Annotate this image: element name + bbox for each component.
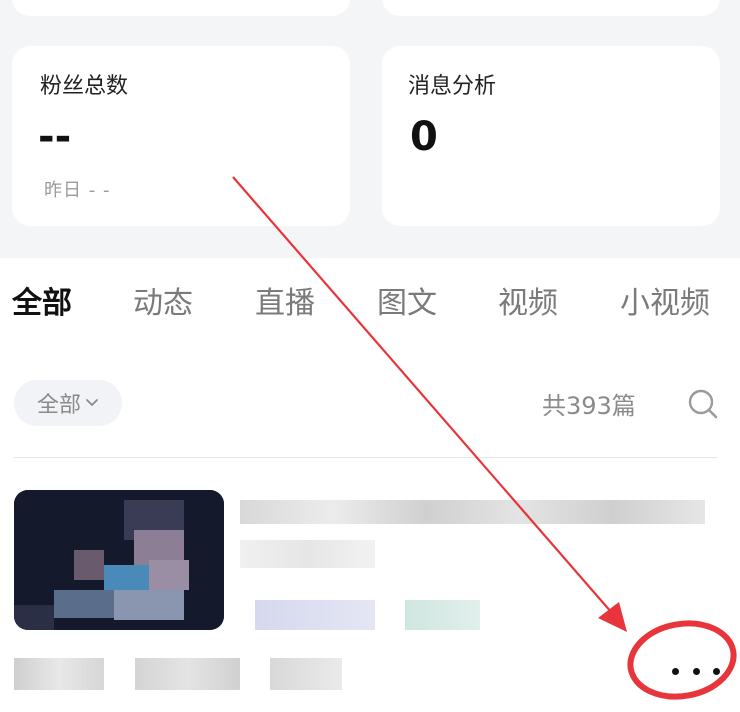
post-meta-blurred	[14, 658, 104, 690]
dot	[692, 667, 700, 675]
post-count-text: 共393篇	[542, 392, 636, 420]
chevron-down-icon	[86, 399, 98, 406]
filter-label: 全部	[36, 393, 81, 418]
tab-short-video[interactable]: 小视频	[620, 282, 710, 326]
post-title-blurred	[240, 500, 705, 524]
post-meta-blurred	[135, 658, 240, 690]
tab-video[interactable]: 视频	[498, 282, 558, 326]
thumbnail-pixel	[149, 560, 189, 590]
tab-all[interactable]: 全部	[12, 282, 72, 326]
stat-card-top-left[interactable]	[12, 0, 350, 16]
message-analysis-card[interactable]: 消息分析 0	[382, 46, 720, 226]
post-meta-blurred	[270, 658, 342, 690]
filter-dropdown[interactable]: 全部	[14, 380, 122, 426]
more-dots-icon[interactable]	[672, 656, 720, 686]
message-analysis-value: 0	[410, 114, 438, 160]
thumbnail-pixel	[14, 605, 54, 630]
annotation-arrow-head	[598, 602, 627, 632]
tab-dynamic[interactable]: 动态	[133, 282, 193, 326]
post-tag-blurred	[255, 600, 375, 630]
dot	[713, 667, 720, 675]
stat-card-top-right[interactable]	[382, 0, 720, 16]
tab-live[interactable]: 直播	[255, 282, 315, 326]
thumbnail-pixel	[74, 550, 104, 580]
tab-article[interactable]: 图文	[377, 282, 437, 326]
post-title-blurred-line2	[240, 540, 375, 568]
message-analysis-label: 消息分析	[408, 74, 497, 99]
post-tag-blurred	[405, 600, 480, 630]
dot	[672, 667, 679, 675]
divider	[14, 457, 718, 458]
fans-total-label: 粉丝总数	[40, 74, 129, 99]
fans-total-card[interactable]: 粉丝总数 -- 昨日 - -	[12, 46, 350, 226]
fans-yesterday-text: 昨日 - -	[44, 180, 111, 201]
thumbnail-pixel	[114, 590, 184, 620]
thumbnail-pixel	[54, 590, 114, 618]
fans-total-value: --	[38, 114, 72, 160]
stats-section: 粉丝总数 -- 昨日 - - 消息分析 0	[0, 0, 740, 258]
blurred-thumbnail[interactable]	[14, 490, 224, 630]
search-icon[interactable]	[686, 387, 720, 421]
